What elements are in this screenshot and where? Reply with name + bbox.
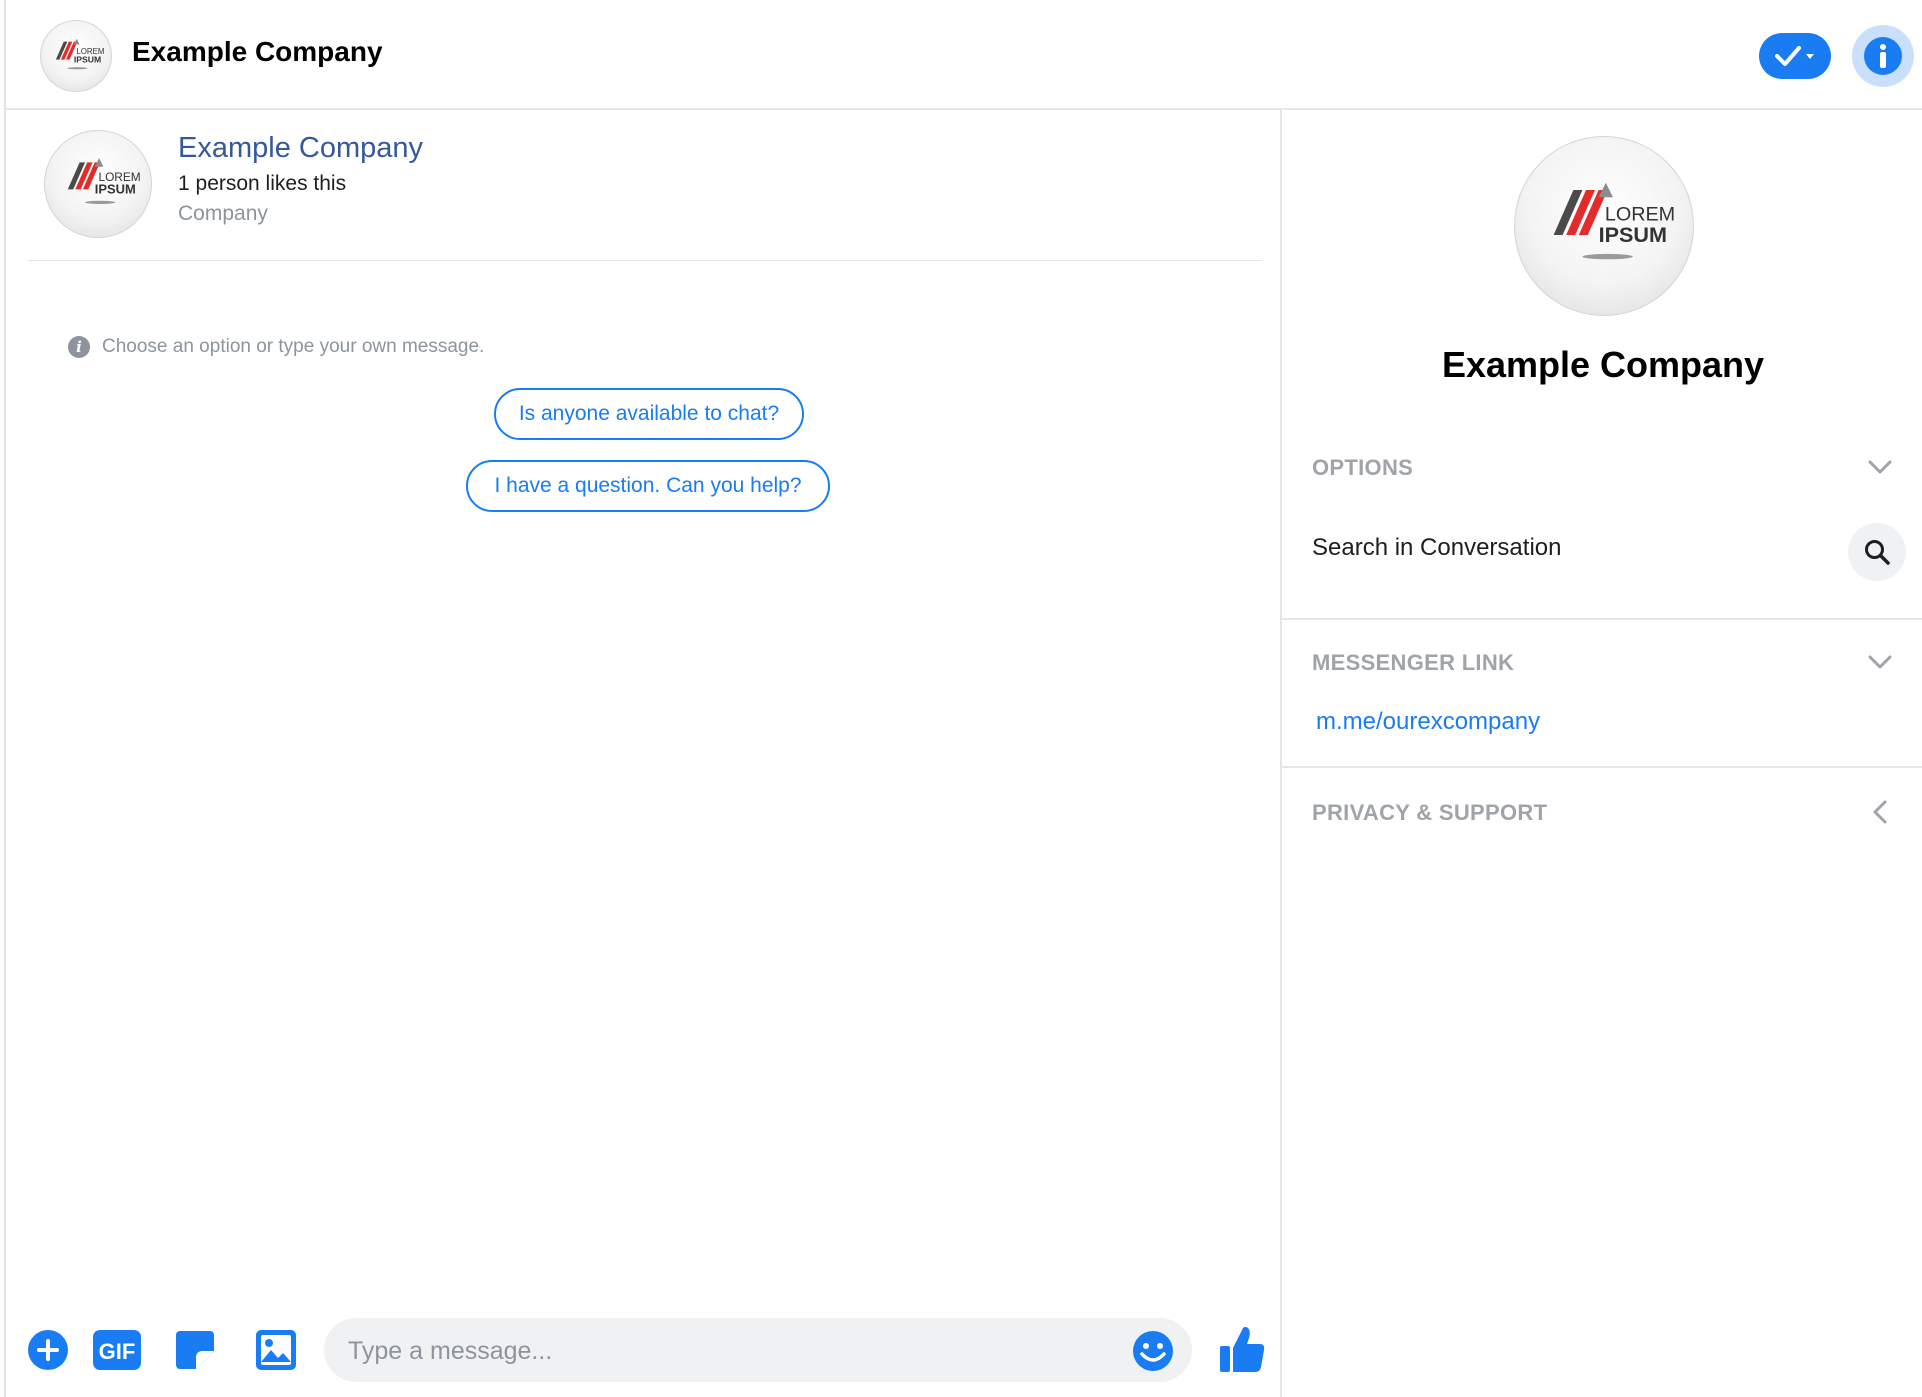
company-avatar-medium[interactable]: LOREM IPSUM xyxy=(44,130,152,238)
profile-name-link[interactable]: Example Company xyxy=(178,132,423,165)
photo-icon xyxy=(256,1330,296,1370)
more-actions-button[interactable] xyxy=(27,1329,69,1371)
logo-line2: IPSUM xyxy=(74,54,101,64)
conversation-info-button[interactable] xyxy=(1852,25,1914,87)
sticker-button[interactable] xyxy=(174,1329,216,1371)
gif-icon: GIF xyxy=(93,1330,141,1370)
gif-label: GIF xyxy=(99,1339,136,1364)
company-logo: LOREM IPSUM xyxy=(67,158,141,204)
options-toggle[interactable] xyxy=(1866,453,1894,481)
profile-category: Company xyxy=(178,202,268,225)
sticker-icon xyxy=(176,1331,214,1369)
emoji-icon xyxy=(1133,1331,1173,1371)
quick-reply-button[interactable]: Is anyone available to chat? xyxy=(494,388,804,440)
messenger-link[interactable]: m.me/ourexcompany xyxy=(1316,708,1540,736)
top-bar: LOREM IPSUM Example Company xyxy=(6,0,1922,110)
section-divider xyxy=(1282,766,1922,768)
options-section-header[interactable]: OPTIONS xyxy=(1312,455,1413,481)
info-circle-icon: i xyxy=(68,336,90,358)
search-icon xyxy=(1865,540,1890,565)
company-avatar-small[interactable]: LOREM IPSUM xyxy=(40,20,112,92)
logo-line2: IPSUM xyxy=(95,182,136,197)
logo-line2: IPSUM xyxy=(1599,222,1667,247)
company-avatar-large[interactable]: LOREM IPSUM xyxy=(1514,136,1694,316)
messenger-link-toggle[interactable] xyxy=(1866,648,1894,676)
company-logo: LOREM IPSUM xyxy=(1553,182,1675,260)
search-in-conversation-button[interactable] xyxy=(1848,523,1906,581)
chevron-down-icon xyxy=(1868,655,1892,669)
thumbs-up-icon xyxy=(1220,1326,1265,1372)
search-in-conversation[interactable]: Search in Conversation xyxy=(1312,534,1561,562)
profile-likes: 1 person likes this xyxy=(178,172,347,195)
company-logo: LOREM IPSUM xyxy=(55,38,104,70)
conversation-panel: LOREM IPSUM Example Company 1 person lik… xyxy=(6,110,1282,1397)
hint-text: Choose an option or type your own messag… xyxy=(102,336,485,357)
sidebar-title: Example Company xyxy=(1441,344,1765,385)
messenger-window: LOREM IPSUM Example Company LOREM IPSUM … xyxy=(4,0,1922,1397)
send-like-button[interactable] xyxy=(1218,1324,1266,1374)
message-input-wrapper xyxy=(324,1318,1192,1384)
section-divider xyxy=(1282,618,1922,620)
gif-button[interactable]: GIF xyxy=(92,1329,142,1371)
info-sidebar: LOREM IPSUM Example Company OPTIONS Sear… xyxy=(1282,110,1922,1397)
check-dropdown-icon xyxy=(1775,46,1814,66)
photo-button[interactable] xyxy=(255,1329,297,1371)
messenger-link-section-header[interactable]: MESSENGER LINK xyxy=(1312,650,1514,676)
message-input[interactable] xyxy=(346,1318,1110,1384)
mark-done-button[interactable] xyxy=(1759,33,1831,79)
privacy-support-section-header[interactable]: PRIVACY & SUPPORT xyxy=(1312,800,1547,826)
chevron-down-icon xyxy=(1868,460,1892,474)
info-icon xyxy=(1864,37,1902,75)
emoji-button[interactable] xyxy=(1132,1330,1174,1372)
header-title: Example Company xyxy=(132,36,383,67)
profile-card: LOREM IPSUM Example Company 1 person lik… xyxy=(28,110,1262,261)
plus-icon xyxy=(28,1330,68,1370)
quick-reply-button[interactable]: I have a question. Can you help? xyxy=(466,460,830,512)
chevron-left-icon xyxy=(1873,800,1887,824)
conversation-hint: i Choose an option or type your own mess… xyxy=(68,336,484,358)
privacy-support-toggle[interactable] xyxy=(1866,798,1894,826)
